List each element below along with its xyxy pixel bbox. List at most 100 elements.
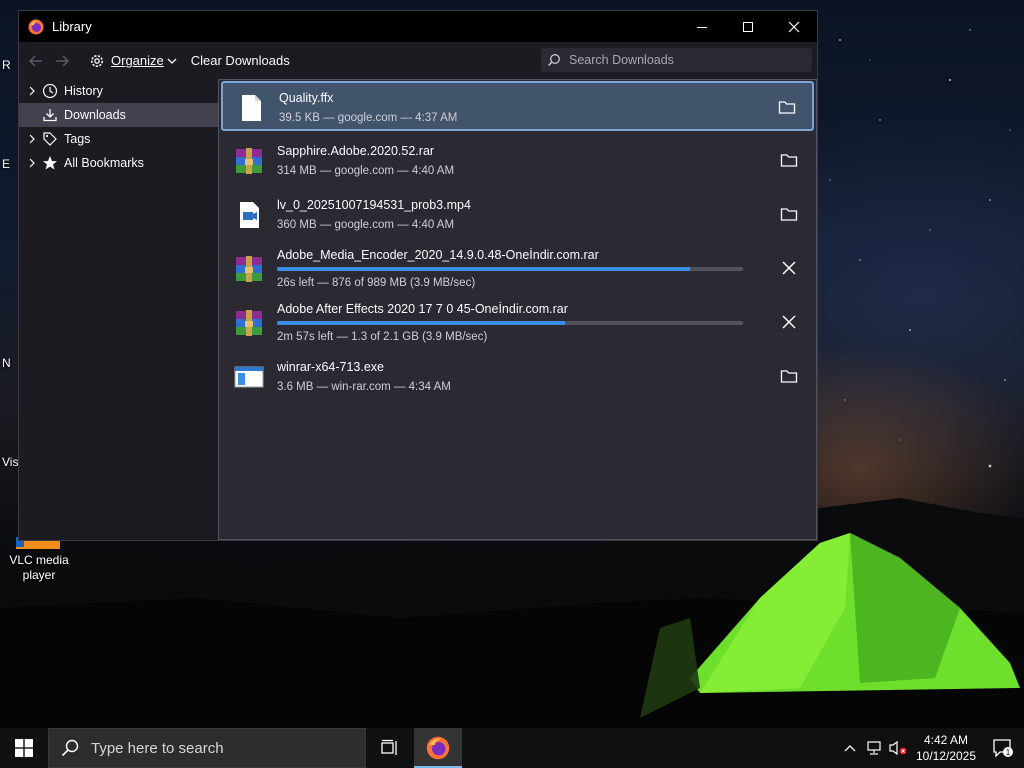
download-filename: Quality.ffx bbox=[279, 91, 334, 105]
desktop-icon-label-partial[interactable]: Vis bbox=[2, 455, 18, 469]
search-downloads-input[interactable] bbox=[567, 52, 801, 68]
search-downloads-field[interactable] bbox=[541, 48, 812, 72]
downloads-list: Quality.ffx 39.5 KB — google.com — 4:37 … bbox=[218, 79, 817, 540]
taskbar-search-box[interactable]: Type here to search bbox=[48, 728, 366, 768]
firefox-icon bbox=[426, 736, 450, 760]
taskbar-clock[interactable]: 4:42 AM 10/12/2025 bbox=[910, 732, 982, 764]
installer-icon bbox=[234, 366, 264, 388]
download-progress-bar bbox=[277, 267, 743, 271]
video-file-icon bbox=[240, 202, 259, 228]
download-status: 314 MB — google.com — 4:40 AM bbox=[277, 165, 455, 177]
window-title: Library bbox=[52, 19, 92, 34]
volume-button[interactable] bbox=[886, 728, 910, 768]
download-item[interactable]: Adobe_Media_Encoder_2020_14.9.0.48-Oneİn… bbox=[221, 244, 814, 294]
minimize-icon bbox=[697, 26, 707, 28]
download-item[interactable]: winrar-x64-713.exe 3.6 MB — win-rar.com … bbox=[221, 352, 814, 402]
close-icon bbox=[782, 261, 796, 275]
download-item[interactable]: Quality.ffx 39.5 KB — google.com — 4:37 … bbox=[221, 81, 814, 131]
download-filename: Sapphire.Adobe.2020.52.rar bbox=[277, 144, 435, 158]
minimize-button[interactable] bbox=[679, 11, 725, 42]
download-progress-fill bbox=[277, 321, 566, 325]
winrar-archive-icon bbox=[236, 310, 262, 336]
desktop-icon-label-partial[interactable]: R bbox=[2, 58, 11, 72]
download-progress-fill bbox=[277, 267, 690, 271]
sidebar-item-label: All Bookmarks bbox=[64, 156, 144, 170]
close-icon bbox=[782, 315, 796, 329]
download-filename: lv_0_20251007194531_prob3.mp4 bbox=[277, 198, 471, 212]
windows-logo-icon bbox=[15, 739, 33, 757]
show-in-folder-button[interactable] bbox=[776, 96, 798, 118]
download-item[interactable]: Adobe After Effects 2020 17 7 0 45-Oneİn… bbox=[221, 298, 814, 348]
back-button[interactable] bbox=[23, 48, 49, 74]
gear-icon bbox=[91, 54, 103, 67]
expand-chevron-icon[interactable] bbox=[25, 134, 39, 144]
folder-icon bbox=[780, 208, 798, 221]
library-toolbar: Organize Clear Downloads bbox=[19, 42, 817, 79]
notification-count: 1 bbox=[1006, 748, 1011, 757]
arrow-right-icon bbox=[56, 54, 70, 67]
network-icon bbox=[867, 741, 881, 755]
download-item[interactable]: lv_0_20251007194531_prob3.mp4 360 MB — g… bbox=[221, 190, 814, 240]
folder-icon bbox=[780, 370, 798, 383]
volume-muted-icon bbox=[889, 740, 907, 756]
show-in-folder-button[interactable] bbox=[778, 149, 800, 171]
close-icon bbox=[788, 21, 800, 32]
clock-icon bbox=[41, 82, 59, 100]
sidebar-item-history[interactable]: History bbox=[19, 79, 218, 103]
show-in-folder-button[interactable] bbox=[778, 365, 800, 387]
task-view-icon bbox=[381, 739, 397, 755]
action-center-button[interactable]: 1 bbox=[982, 728, 1024, 768]
winrar-archive-icon bbox=[236, 148, 262, 174]
maximize-button[interactable] bbox=[725, 11, 771, 42]
download-status: 2m 57s left — 1.3 of 2.1 GB (3.9 MB/sec) bbox=[277, 331, 488, 343]
sidebar-item-downloads[interactable]: Downloads bbox=[19, 103, 218, 127]
download-status: 360 MB — google.com — 4:40 AM bbox=[277, 219, 455, 231]
sidebar-item-tags[interactable]: Tags bbox=[19, 127, 218, 151]
close-button[interactable] bbox=[771, 11, 817, 42]
show-hidden-icons-button[interactable] bbox=[838, 728, 862, 768]
taskbar-search-placeholder: Type here to search bbox=[91, 739, 224, 757]
system-tray: 4:42 AM 10/12/2025 1 bbox=[838, 728, 1024, 768]
download-filename: Adobe After Effects 2020 17 7 0 45-Oneİn… bbox=[277, 302, 568, 316]
clock-date: 10/12/2025 bbox=[915, 749, 977, 763]
library-window: Library Organize Clear Downloads Search … bbox=[18, 10, 818, 541]
task-view-button[interactable] bbox=[366, 728, 414, 768]
firefox-icon bbox=[28, 19, 44, 34]
show-in-folder-button[interactable] bbox=[778, 203, 800, 225]
download-filename: winrar-x64-713.exe bbox=[277, 360, 384, 374]
network-button[interactable] bbox=[862, 728, 886, 768]
forward-button[interactable] bbox=[49, 48, 75, 74]
download-status: 3.6 MB — win-rar.com — 4:34 AM bbox=[277, 381, 451, 393]
clock-time: 4:42 AM bbox=[923, 733, 969, 747]
folder-icon bbox=[780, 154, 798, 167]
winrar-archive-icon bbox=[236, 256, 262, 282]
search-icon bbox=[548, 54, 560, 66]
download-item[interactable]: Sapphire.Adobe.2020.52.rar 314 MB — goog… bbox=[221, 136, 814, 186]
vlc-desktop-icon-label: VLC media player bbox=[9, 553, 69, 582]
expand-chevron-icon[interactable] bbox=[25, 158, 39, 168]
expand-chevron-icon[interactable] bbox=[25, 86, 39, 96]
chevron-up-icon bbox=[844, 745, 856, 752]
clear-downloads-button[interactable]: Clear Downloads bbox=[191, 53, 290, 68]
taskbar-firefox-button[interactable] bbox=[414, 728, 462, 768]
vlc-desktop-icon[interactable]: VLC media player bbox=[0, 535, 78, 585]
window-titlebar[interactable]: Library bbox=[19, 11, 817, 42]
sidebar-item-label: History bbox=[64, 84, 103, 98]
file-icon bbox=[242, 95, 261, 121]
notification-icon: 1 bbox=[993, 739, 1013, 758]
search-icon bbox=[61, 739, 79, 757]
download-status: 26s left — 876 of 989 MB (3.9 MB/sec) bbox=[277, 277, 476, 289]
cancel-download-button[interactable] bbox=[778, 311, 800, 333]
sidebar-item-all-bookmarks[interactable]: All Bookmarks bbox=[19, 151, 218, 175]
library-sidebar: History Downloads Tags All Bookmarks bbox=[19, 79, 218, 540]
tag-icon bbox=[41, 130, 59, 148]
organize-button[interactable]: Organize bbox=[89, 53, 177, 69]
cancel-download-button[interactable] bbox=[778, 257, 800, 279]
folder-icon bbox=[778, 101, 796, 114]
desktop-icon-label-partial[interactable]: N bbox=[2, 356, 11, 370]
start-button[interactable] bbox=[0, 728, 48, 768]
windows-taskbar: Type here to search 4:42 AM 10/12/2025 1 bbox=[0, 728, 1024, 768]
desktop-icon-label-partial[interactable]: E bbox=[2, 157, 10, 171]
star-icon bbox=[41, 154, 59, 172]
arrow-left-icon bbox=[28, 54, 42, 67]
